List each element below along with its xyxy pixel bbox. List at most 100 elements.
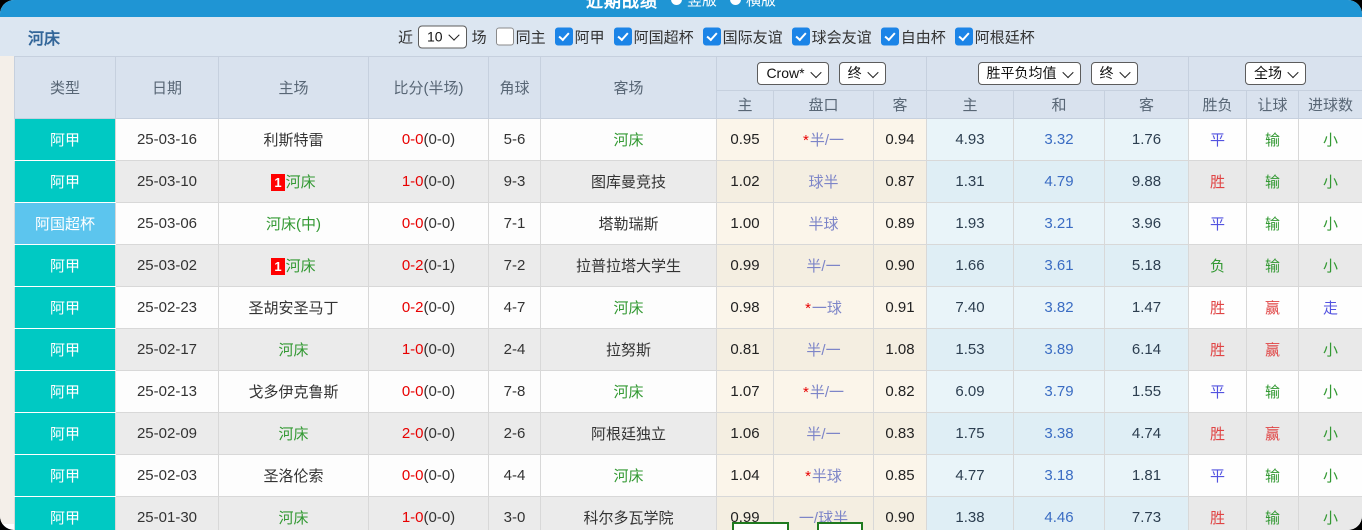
avg-type-select[interactable]: 胜平负均值 [977,62,1081,85]
league-label: 阿国超杯 [633,29,694,46]
cell-result-wdl: 平 [1188,370,1248,413]
chevron-down-icon [1287,66,1299,78]
home-team-link[interactable]: 圣洛伦索 [263,468,323,485]
live-badge: 1 [271,258,285,275]
cell-odds-handicap: 半/一 [773,244,874,287]
cell-result-handicap: 输 [1246,244,1300,287]
table-row: 阿甲 25-03-16 利斯特雷 0-0(0-0) 5-6 河床 0.95 *半/一 0.94 4… [14,118,1362,161]
league-label: 国际友谊 [722,29,783,46]
away-team-link[interactable]: 河床 [613,384,643,401]
avg-time-select[interactable]: 终 [1090,62,1138,85]
layout-option-horizontal[interactable]: 横版 [730,0,776,10]
cell-odds-away: 0.90 [872,496,928,530]
home-team-link[interactable]: 利斯特雷 [263,132,323,149]
away-team-link[interactable]: 河床 [613,132,643,149]
cell-avg-away: 1.81 [1104,454,1190,497]
cell-type: 阿甲 [14,244,116,287]
half-time-score: (0-0) [423,215,456,232]
half-time-score: (0-0) [423,341,456,358]
scope-value: 全场 [1254,65,1283,81]
away-team-link[interactable]: 图库曼竞技 [591,174,666,191]
cell-result-wdl: 胜 [1188,328,1248,371]
cell-odds-handicap: *一球 [773,286,874,329]
away-team-link[interactable]: 阿根廷独立 [591,426,666,443]
cell-avg-draw: 3.61 [1013,244,1106,287]
col-header-corners: 角球 [488,56,541,119]
odds-company-select[interactable]: Crow* [757,62,829,85]
recent-unit-label: 场 [471,29,487,46]
home-team-link[interactable]: 河床(中) [266,216,321,233]
cell-score: 1-0(0-0) [368,328,489,371]
cell-result-handicap: 赢 [1246,328,1300,371]
cell-corners: 7-2 [488,244,541,287]
away-team-link[interactable]: 拉普拉塔大学生 [576,258,681,275]
cell-odds-handicap: 半/一 [773,412,874,455]
table-row: 阿甲 25-01-30 河床 1-0(0-0) 3-0 科尔多瓦学院 0.99 一/球半 0.9… [14,496,1362,530]
cell-avg-away: 4.74 [1104,412,1190,455]
cell-result-goals: 小 [1298,244,1362,287]
radio-icon [670,0,682,5]
cell-odds-away: 0.89 [872,202,928,245]
avg-type-value: 胜平负均值 [986,65,1057,81]
cell-result-goals: 走 [1298,286,1362,329]
chevron-down-icon [866,66,879,78]
cell-type: 阿甲 [14,412,116,455]
cell-avg-draw: 3.89 [1013,328,1106,371]
cell-avg-home: 1.66 [926,244,1015,287]
league-checkbox-5[interactable] [880,27,899,46]
league-checkbox-3[interactable] [702,27,721,46]
away-team-link[interactable]: 塔勒瑞斯 [598,216,658,233]
cell-avg-home: 1.31 [926,160,1015,203]
legend-box [732,522,789,530]
league-label: 自由杯 [900,29,946,46]
cell-odds-home: 1.07 [716,370,774,413]
home-team-link[interactable]: 河床 [286,258,316,275]
league-checkbox-1[interactable] [554,27,573,46]
cell-type: 阿甲 [14,160,116,203]
full-time-score: 1-0 [401,173,424,190]
layout-option-label: 竖版 [686,0,717,9]
recent-count-select[interactable]: 10 [418,25,467,48]
away-team-link[interactable]: 拉努斯 [606,342,651,359]
cell-result-handicap: 赢 [1246,286,1300,329]
away-team-link[interactable]: 河床 [613,468,643,485]
col-header-odds-home: 主 [716,90,774,119]
home-team-link[interactable]: 圣胡安圣马丁 [248,300,338,317]
cell-type: 阿甲 [14,496,116,530]
home-team-link[interactable]: 戈多伊克鲁斯 [248,384,338,401]
table-row: 阿甲 25-02-13 戈多伊克鲁斯 0-0(0-0) 7-8 河床 1.07 *半/一 0.8… [14,370,1362,413]
league-checkbox-2[interactable] [613,27,632,46]
cell-avg-home: 1.93 [926,202,1015,245]
league-checkbox-6[interactable] [954,27,973,46]
cell-result-goals: 小 [1298,202,1362,245]
odds-time-select[interactable]: 终 [838,62,886,85]
chevron-down-icon [1061,66,1074,78]
cell-home-team: 河床 [218,496,369,530]
table-row: 阿甲 25-02-17 河床 1-0(0-0) 2-4 拉努斯 0.81 半/一 1.08 1.5… [14,328,1362,371]
cell-result-goals: 小 [1298,370,1362,413]
layout-option-vertical[interactable]: 竖版 [670,0,717,10]
cell-date: 25-02-17 [115,328,219,371]
cell-result-goals: 小 [1298,454,1362,497]
home-team-link[interactable]: 河床 [278,510,308,527]
cell-corners: 9-3 [488,160,541,203]
col-header-away: 客场 [540,56,717,119]
home-team-link[interactable]: 河床 [278,342,308,359]
cell-odds-away: 0.85 [872,454,928,497]
away-team-link[interactable]: 河床 [613,300,643,317]
league-checkbox-4[interactable] [791,27,810,46]
cell-result-wdl: 胜 [1188,160,1248,203]
half-time-score: (0-0) [423,467,456,484]
odds-selector-cell: Crow* 终 [715,56,928,91]
cell-away-team: 河床 [540,370,717,413]
cell-type: 阿甲 [14,118,116,161]
away-team-link[interactable]: 科尔多瓦学院 [583,510,673,527]
layout-option-label: 横版 [746,0,777,9]
full-time-score: 1-0 [401,341,424,358]
cell-away-team: 河床 [540,454,717,497]
same-home-checkbox[interactable] [495,27,514,46]
scope-select[interactable]: 全场 [1245,62,1307,85]
home-team-link[interactable]: 河床 [286,174,316,191]
home-team-link[interactable]: 河床 [278,426,308,443]
cell-avg-away: 1.47 [1104,286,1190,329]
